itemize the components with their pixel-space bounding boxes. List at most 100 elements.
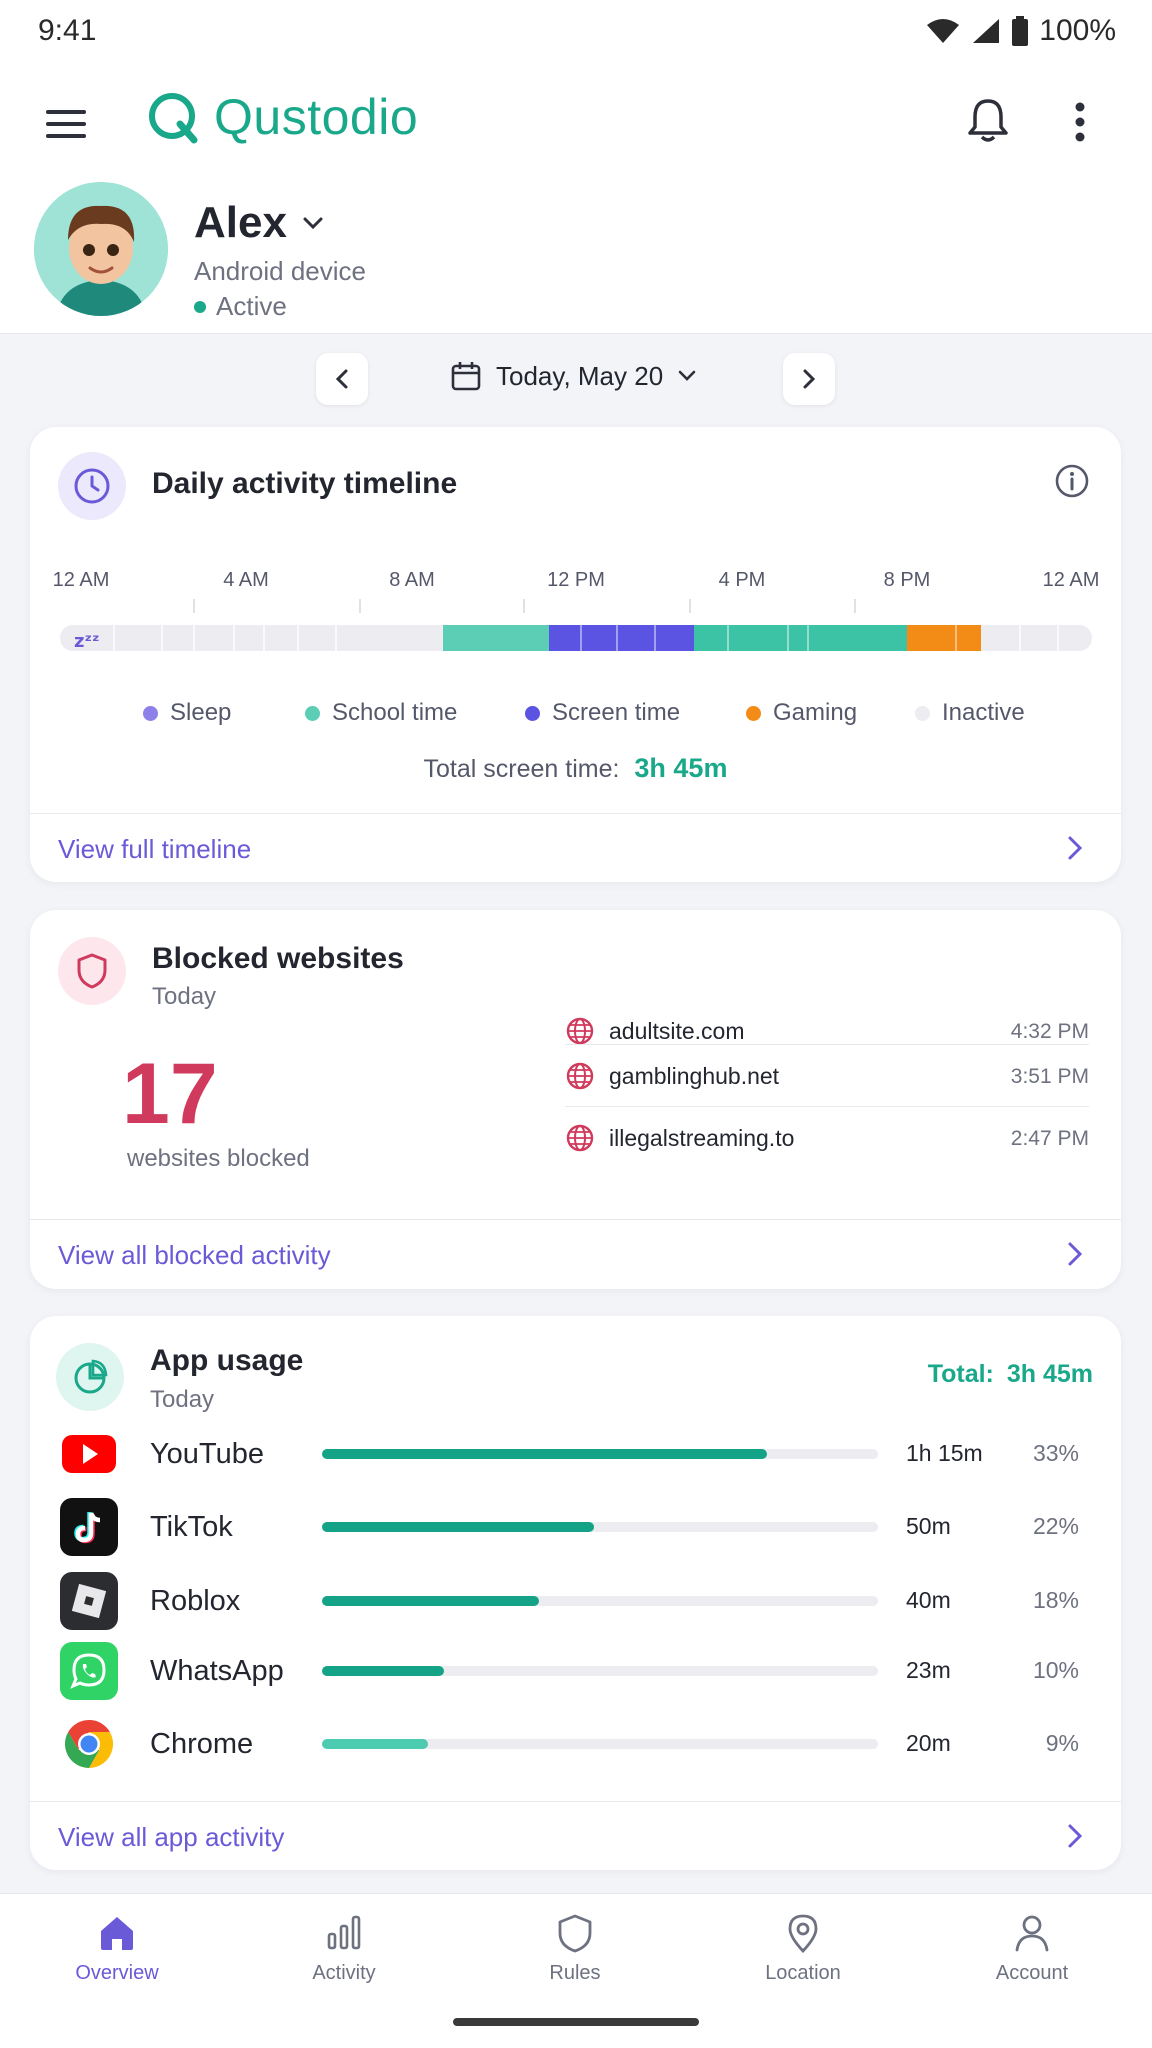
app-usage-total-label: Total: (927, 1360, 994, 1388)
pie-chart-icon (74, 1359, 108, 1394)
blocked-site-domain: adultsite.com (609, 1018, 745, 1044)
device-type: Android device (194, 256, 366, 286)
roblox-icon (60, 1572, 118, 1630)
view-all-app-activity-label: View all app activity (58, 1822, 285, 1852)
child-avatar[interactable] (34, 182, 168, 316)
next-day-button[interactable] (783, 353, 835, 405)
view-full-timeline-link[interactable]: View full timeline (30, 814, 1121, 882)
view-all-blocked-activity-link[interactable]: View all blocked activity (30, 1220, 1121, 1289)
app-row-roblox[interactable]: Roblox 40m 18% (30, 1571, 1121, 1631)
screen-time-segment (549, 625, 694, 651)
school-time-segment-2 (694, 625, 907, 651)
chevron-right-icon (1068, 836, 1083, 860)
more-vertical-icon (1075, 102, 1085, 142)
app-header: Qustodio Alex Android device Active (0, 64, 1152, 334)
legend-dot (143, 705, 158, 721)
blocked-site-time: 3:51 PM (1010, 1065, 1089, 1088)
nav-label: Account (995, 1962, 1069, 1984)
chevron-left-icon (335, 369, 348, 389)
app-name: TikTok (150, 1511, 233, 1543)
axis-label-4am: 4 AM (223, 569, 269, 591)
legend-label: Gaming (773, 699, 858, 726)
app-usage-total-value: 3h 45m (1006, 1360, 1093, 1388)
total-screen-time: Total screen time: 3h 45m (30, 753, 1121, 784)
shield-icon (558, 1914, 592, 1953)
clock-icon (74, 468, 110, 504)
usage-bar-track (322, 1666, 878, 1676)
app-logo: Qustodio (146, 88, 418, 146)
app-usage-subtitle: Today (150, 1386, 215, 1413)
nav-activity[interactable]: Activity (254, 1912, 434, 1985)
nav-label: Activity (312, 1962, 376, 1984)
blocked-count: 17 (122, 1046, 218, 1142)
tiktok-icon (60, 1498, 118, 1556)
location-pin-icon (788, 1914, 818, 1954)
legend-inactive: Inactive (915, 699, 1025, 727)
signal-icon (973, 19, 1000, 43)
child-selector[interactable]: Alex (194, 198, 325, 248)
notifications-button[interactable] (960, 90, 1016, 150)
chevron-right-icon (1068, 1824, 1083, 1848)
more-options-button[interactable] (1062, 94, 1098, 150)
app-row-whatsapp[interactable]: WhatsApp 23m 10% (30, 1641, 1121, 1701)
nav-account[interactable]: Account (942, 1912, 1122, 1985)
legend-label: Inactive (942, 699, 1025, 726)
status-time: 9:41 (38, 14, 97, 47)
chevron-right-icon (803, 369, 816, 389)
app-percent: 33% (1032, 1440, 1079, 1466)
app-duration: 1h 15m (906, 1440, 983, 1466)
blocked-count-label: websites blocked (127, 1145, 310, 1172)
blocked-site-time: 4:32 PM (1010, 1020, 1089, 1043)
menu-button[interactable] (40, 98, 92, 150)
usage-bar-fill (322, 1449, 767, 1459)
axis-label-8am: 8 AM (389, 569, 435, 591)
view-all-app-activity-link[interactable]: View all app activity (30, 1802, 1121, 1870)
previous-day-button[interactable] (316, 353, 368, 405)
home-indicator (453, 2018, 699, 2026)
child-name: Alex (194, 198, 287, 247)
app-duration: 20m (906, 1730, 951, 1756)
qustodio-logo-icon (149, 93, 198, 144)
blocked-site-domain: gamblinghub.net (609, 1063, 780, 1089)
hour-ticks (193, 599, 856, 613)
legend-label: School time (332, 699, 458, 726)
nav-location[interactable]: Location (713, 1912, 893, 1985)
hamburger-icon (46, 110, 86, 138)
legend-label: Screen time (552, 699, 681, 726)
app-percent: 9% (1045, 1730, 1079, 1756)
blocked-websites-card: Blocked websites Today 17 websites block… (30, 910, 1121, 1289)
nav-label: Location (765, 1962, 841, 1984)
legend-dot (525, 705, 540, 721)
nav-overview[interactable]: Overview (27, 1912, 207, 1985)
info-button[interactable] (1054, 463, 1090, 504)
status-icons: 100% (925, 14, 1116, 48)
usage-bar-fill (322, 1596, 539, 1606)
usage-bar-fill (322, 1666, 445, 1676)
app-row-chrome[interactable]: Chrome 20m 9% (30, 1714, 1121, 1774)
app-duration: 50m (906, 1513, 951, 1539)
shield-icon-badge (58, 937, 126, 1005)
legend-dot (746, 705, 761, 721)
app-row-tiktok[interactable]: TikTok 50m 22% (30, 1497, 1121, 1557)
blocked-site-row[interactable]: gamblinghub.net 3:51 PM (565, 1045, 1089, 1105)
app-row-youtube[interactable]: YouTube 1h 15m 33% (30, 1424, 1121, 1484)
legend-dot (915, 705, 930, 721)
axis-label-12pm: 12 PM (547, 569, 605, 591)
active-status-dot (194, 300, 206, 313)
home-icon (101, 1917, 133, 1950)
view-full-timeline-label: View full timeline (58, 834, 252, 864)
app-percent: 22% (1032, 1513, 1079, 1539)
axis-label-12am: 12 AM (52, 569, 110, 591)
globe-icon (566, 1124, 594, 1152)
school-time-segment (443, 625, 549, 651)
date-selector[interactable]: Today, May 20 (450, 360, 697, 392)
usage-bar-fill (322, 1739, 428, 1749)
wifi-icon (927, 19, 960, 43)
usage-bar-track (322, 1739, 878, 1749)
nav-rules[interactable]: Rules (485, 1912, 665, 1985)
battery-percent: 100% (1039, 14, 1116, 47)
app-percent: 10% (1032, 1657, 1079, 1683)
shield-icon (77, 953, 107, 989)
blocked-site-row[interactable]: illegalstreaming.to 2:47 PM (565, 1107, 1089, 1167)
app-duration: 23m (906, 1657, 951, 1683)
